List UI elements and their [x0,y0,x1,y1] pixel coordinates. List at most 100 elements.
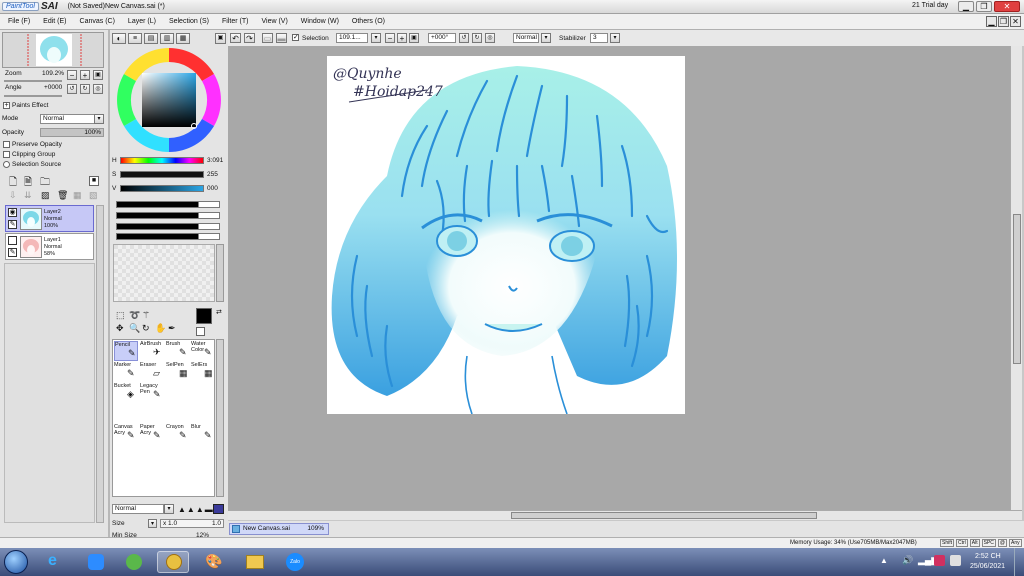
canvas-vertical-scrollbar[interactable] [1010,46,1022,510]
value-slider[interactable] [120,185,204,192]
close-button[interactable]: ✕ [994,1,1020,12]
layer-mask-icon[interactable]: ■ [89,176,99,186]
color-history-slider[interactable] [116,223,220,230]
internet-explorer-icon[interactable]: e [40,551,72,573]
layer-item[interactable]: ✎ Layer1 Normal 58% [5,233,94,260]
menu-layer[interactable]: Layer (L) [128,18,156,25]
merge-down-icon[interactable]: ⇊ [24,190,32,201]
tool-grid-scrollbar[interactable] [216,339,224,497]
tool-paper-acrylic[interactable]: Paper Acry ✎ [140,424,164,444]
brush-mode-select[interactable]: Normal [112,504,164,514]
nav-rotate-reset-icon[interactable]: ◎ [93,84,103,94]
minimize-button[interactable]: ▁ [958,1,974,12]
lasso-icon[interactable]: ➰ [129,310,140,321]
hand-icon[interactable]: ✋ [155,323,166,334]
color-history-slider[interactable] [116,201,220,208]
volume-icon[interactable]: 🔊 [902,555,913,566]
file-explorer-icon[interactable] [238,551,270,573]
hsv-slider-mode-icon[interactable]: ▤ [144,33,158,44]
transfer-down-icon[interactable]: ⇩ [9,190,17,201]
saturation-slider[interactable] [120,171,204,178]
navigator-preview[interactable] [2,32,104,68]
brush-shape-icons[interactable]: ▲▲▲▬ [178,505,214,514]
zoom-field[interactable]: 109.1... [336,33,368,43]
drawing-canvas[interactable]: @Quynhe #Hoidap247 [327,56,685,414]
tool-bucket[interactable]: Bucket ◈ [114,383,138,403]
selection-checkbox[interactable]: ✓ [292,34,299,41]
zoom-in-icon[interactable]: + [397,33,407,43]
canvas-horizontal-scrollbar[interactable] [228,510,1022,520]
tool-marker[interactable]: Marker ✎ [114,362,138,382]
brush-lock-icon[interactable]: ✎ [8,248,17,257]
primary-color-swatch[interactable] [196,308,212,324]
zoom-out-icon[interactable]: − [385,33,395,43]
layer-item[interactable]: ◉ ✎ Layer2 Normal 100% [5,205,94,232]
tray-expand-icon[interactable]: ▲ [880,556,888,565]
tool-selpen[interactable]: SelPen ▦ [166,362,190,382]
color-wheel[interactable] [115,46,223,154]
blend-mode-dropdown-icon[interactable]: ▾ [94,114,104,124]
invert-selection-icon[interactable]: ▬ [276,33,287,43]
restore-button[interactable]: ❐ [976,1,992,12]
doc-minimize-icon[interactable]: ▁ [986,16,997,27]
eye-icon[interactable] [8,236,17,245]
preserve-opacity-checkbox[interactable] [3,141,10,148]
color-history-slider[interactable] [116,212,220,219]
tool-eraser[interactable]: Eraser ▱ [140,362,164,382]
menu-canvas[interactable]: Canvas (C) [80,18,115,25]
app-green-icon[interactable] [118,551,150,573]
color-wheel-mode-icon[interactable]: ◐ [112,33,126,44]
horizontal-scroll-thumb[interactable] [511,512,817,519]
tool-watercolor[interactable]: Water Color ✎ [191,341,215,361]
size-slider[interactable]: x 1.0 1.0 [160,519,224,528]
tool-blur[interactable]: Blur ✎ [191,424,215,444]
rgb-slider-mode-icon[interactable]: ≡ [128,33,142,44]
secondary-color-swatch[interactable] [196,327,205,336]
stabilizer-field[interactable]: 3 [590,33,608,43]
zoom-reset-icon[interactable]: ▣ [409,33,419,43]
zoom-dropdown-icon[interactable]: ▾ [371,33,381,43]
vivaldi-tray-icon[interactable] [934,555,945,566]
rect-select-icon[interactable]: ⬚ [116,310,125,321]
scratchpad-icon[interactable]: ▣ [215,33,226,44]
move-icon[interactable]: ✥ [116,323,124,334]
apply-mask-icon[interactable]: ▦ [73,190,82,201]
swap-color-icon[interactable]: ⇄ [216,308,222,316]
zoom-tool-icon[interactable]: 🔍 [129,323,140,334]
menu-filter[interactable]: Filter (T) [222,18,248,25]
paint-palette-icon[interactable]: 🎨 [197,551,229,573]
scratchpad-area[interactable] [113,244,215,302]
nav-zoom-reset-icon[interactable]: ▣ [93,70,103,80]
menu-edit[interactable]: Edit (E) [43,18,66,25]
opacity-slider[interactable]: 100% [40,128,104,137]
rotate-right-icon[interactable]: ↻ [472,33,482,43]
eye-icon[interactable]: ◉ [8,208,17,217]
scratchpad-scrollbar[interactable] [216,244,224,302]
flag-tray-icon[interactable] [950,555,961,566]
size-mult-dropdown-icon[interactable]: ▾ [148,519,157,528]
zalo-icon[interactable]: Zalo [279,551,311,573]
painttool-sai-taskbar-icon[interactable] [157,551,189,573]
doc-restore-icon[interactable]: ❐ [998,16,1009,27]
brush-mode-dropdown-icon[interactable]: ▾ [164,504,174,514]
rotation-field[interactable]: +000° [428,33,456,43]
vertical-scroll-thumb[interactable] [1013,214,1021,364]
nav-zoom-in-icon[interactable]: + [80,70,90,80]
brush-lock-icon[interactable]: ✎ [8,220,17,229]
brush-shape-selected-icon[interactable] [213,504,224,514]
rotate-left-icon[interactable]: ↺ [459,33,469,43]
canvas-viewport[interactable]: @Quynhe #Hoidap247 [228,46,1010,510]
paints-effect-expand-icon[interactable]: + [3,102,10,109]
selection-source-checkbox[interactable] [3,161,10,168]
redo-icon[interactable]: ↷ [244,33,255,43]
start-button-icon[interactable] [4,550,28,574]
show-desktop-button[interactable] [1014,548,1024,576]
rotate-tool-icon[interactable]: ↻ [142,323,150,334]
tool-brush[interactable]: Brush ✎ [166,341,190,361]
clipping-group-checkbox[interactable] [3,151,10,158]
zoom-app-icon[interactable] [80,551,112,573]
magic-wand-icon[interactable]: ⚚ [142,310,150,321]
delete-layer-icon[interactable]: 🗑 [57,190,68,201]
color-history-slider[interactable] [116,233,220,240]
document-tab[interactable]: New Canvas.sai 109% [229,523,329,535]
